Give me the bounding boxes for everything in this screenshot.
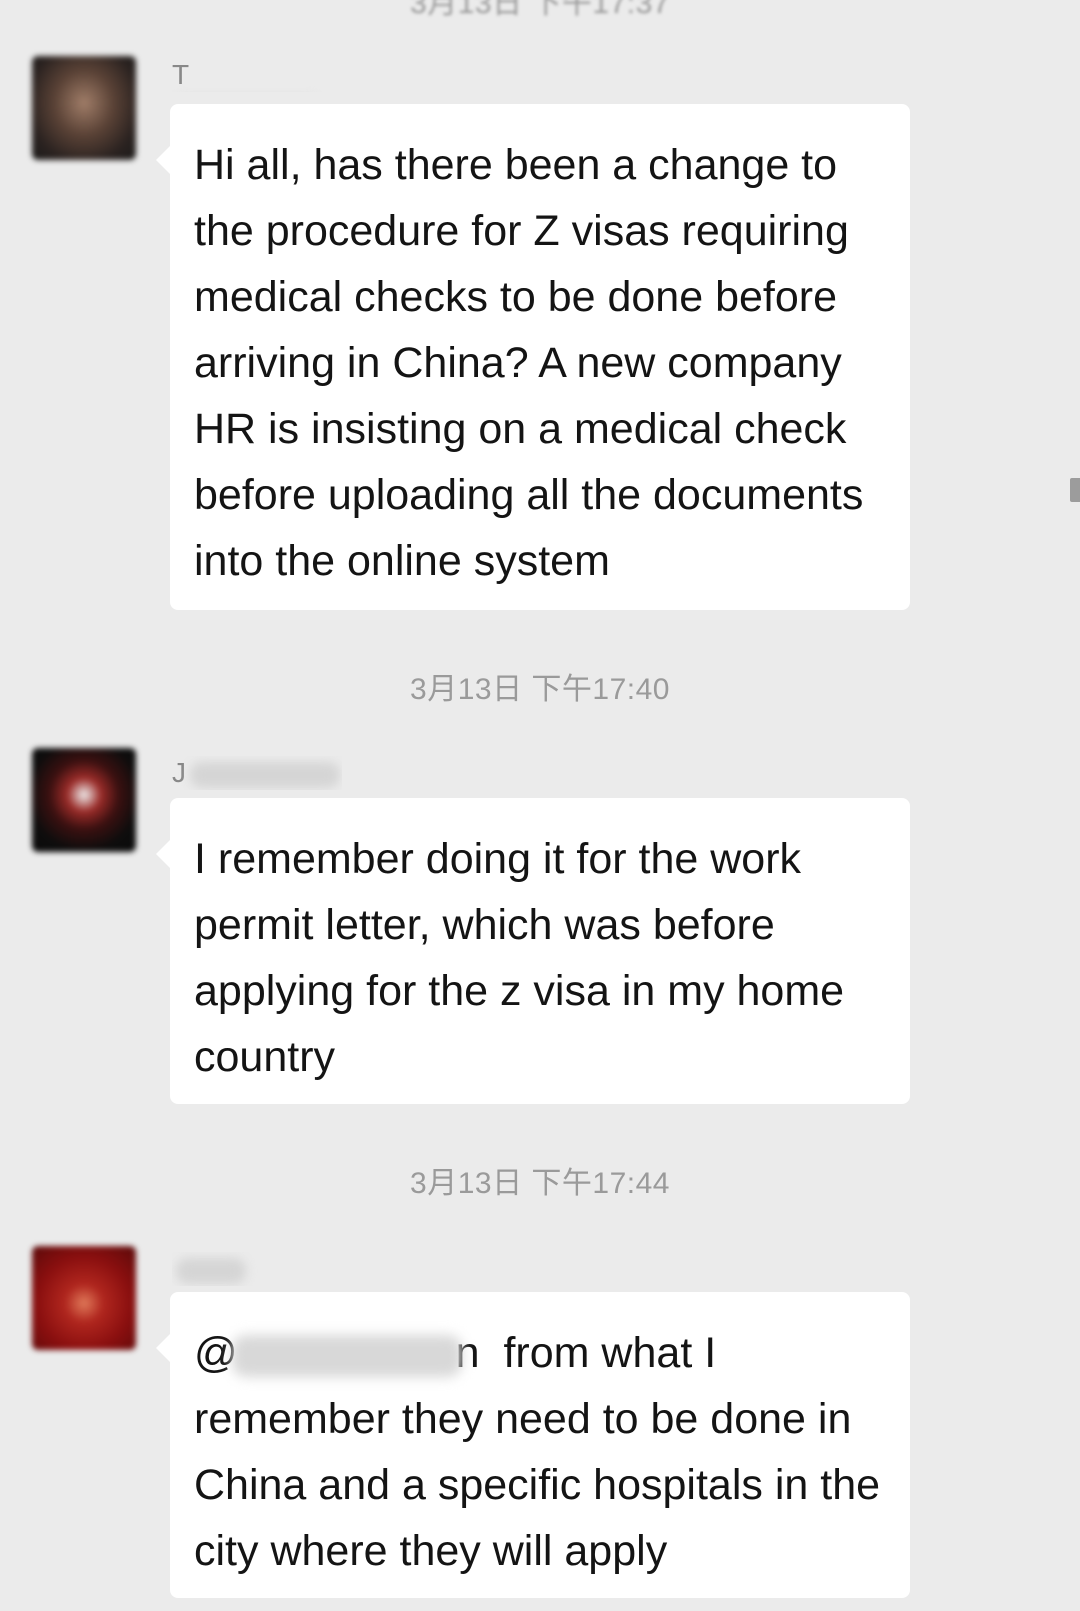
message-text: I remember doing it for the work permit … (194, 835, 845, 1081)
message-bubble[interactable]: Hi all, has there been a change to the p… (156, 104, 910, 610)
sender-name: J (172, 756, 342, 790)
chat-timestamp: 3月13日 下午17:40 (410, 673, 670, 706)
sender-initial: J (172, 757, 186, 788)
message-bubble[interactable]: @ n from what I remember they need to be … (156, 1292, 910, 1598)
message-text: Hi all, has there been a change to the p… (194, 141, 864, 585)
sender-name (172, 1252, 342, 1286)
sender-initial: T (172, 59, 190, 90)
sender-name-blurred (176, 1257, 246, 1284)
mention-name-blurred[interactable] (231, 1334, 462, 1377)
avatar[interactable] (32, 56, 136, 160)
chat-window: 3月13日 下午17:37 T Hi all, has there been a… (0, 0, 1080, 1611)
sender-name-blurred (190, 761, 340, 788)
scrollbar[interactable] (1070, 478, 1080, 502)
sender-name: T (172, 58, 342, 92)
message-bubble[interactable]: I remember doing it for the work permit … (156, 798, 910, 1104)
chat-timestamp: 3月13日 下午17:37 (410, 0, 670, 20)
chat-timestamp: 3月13日 下午17:44 (410, 1167, 670, 1200)
avatar[interactable] (32, 1246, 136, 1350)
avatar[interactable] (32, 748, 136, 852)
